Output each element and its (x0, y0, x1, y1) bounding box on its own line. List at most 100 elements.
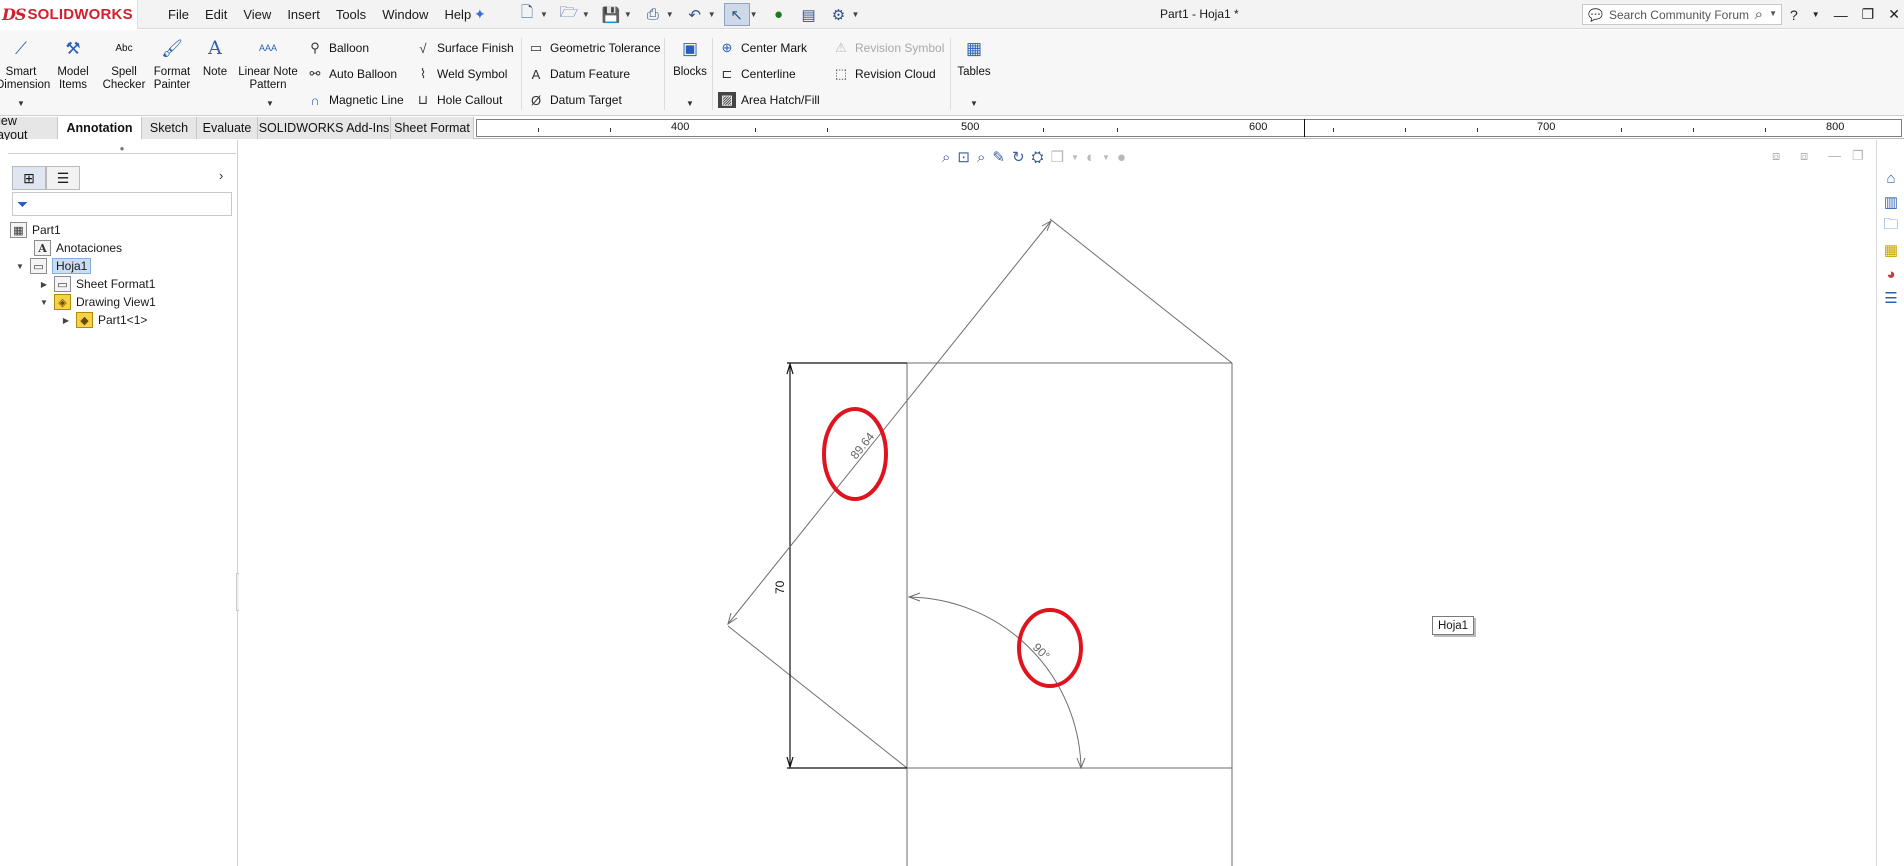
zoom-to-fit-icon[interactable]: ⌕ (942, 149, 950, 166)
rebuild-traffic-light-icon[interactable]: ● (766, 3, 792, 26)
panel-expand-arrow-icon[interactable]: › (219, 168, 223, 183)
print-dropdown-icon[interactable]: ▼ (666, 10, 674, 19)
pin-menu-icon[interactable]: ✦ (474, 6, 486, 23)
feature-manager-tab-icon[interactable]: ⊞ (12, 166, 46, 190)
tab-annotation[interactable]: Annotation (58, 117, 142, 139)
undo-dropdown-icon[interactable]: ▼ (708, 10, 716, 19)
custom-properties-icon[interactable]: ☰ (1881, 288, 1901, 308)
tab-evaluate[interactable]: Evaluate (197, 117, 258, 139)
revision-cloud-button[interactable]: ⬚ Revision Cloud (832, 64, 936, 84)
options-gear-icon[interactable]: ⚙ (826, 3, 852, 26)
linear-note-pattern-dropdown-icon[interactable]: ▼ (266, 99, 274, 108)
spell-checker-button[interactable]: Abc Spell Checker (102, 42, 146, 92)
design-library-icon[interactable]: ▥ (1881, 192, 1901, 212)
menu-file[interactable]: File (160, 7, 197, 22)
doc-restore-icon[interactable]: ❐ (1852, 148, 1864, 164)
note-button[interactable]: A Note (200, 39, 230, 79)
panel-splitter-handle[interactable]: ● (8, 144, 236, 154)
property-manager-tab-icon[interactable]: ☰ (46, 166, 80, 190)
new-document-icon[interactable]: 🗋 (514, 3, 540, 26)
search-icon[interactable]: ⌕ (1755, 6, 1763, 23)
select-pointer-icon[interactable]: ↖ (723, 3, 750, 26)
view-palette-icon[interactable]: ▦ (1881, 240, 1901, 260)
expand-arrow-icon[interactable]: ▶ (60, 316, 72, 325)
menu-edit[interactable]: Edit (197, 7, 235, 22)
tree-item-annotations[interactable]: A Anotaciones (18, 238, 122, 258)
sheet-name-tag[interactable]: Hoja1 (1432, 616, 1475, 635)
minimize-icon[interactable]: — (1834, 7, 1848, 23)
options-dropdown-icon[interactable]: ▼ (852, 10, 860, 19)
doc-minimize-icon[interactable]: — (1828, 148, 1841, 163)
tab-sheet-format[interactable]: Sheet Format (391, 117, 474, 139)
solidworks-resources-home-icon[interactable]: ⌂ (1881, 168, 1901, 188)
file-properties-icon[interactable]: ▤ (796, 3, 822, 26)
save-icon[interactable]: 💾 (598, 3, 624, 26)
expand-arrow-icon[interactable]: ▶ (38, 280, 50, 289)
smart-dimension-dropdown-icon[interactable]: ▼ (17, 99, 25, 108)
linear-note-pattern-button[interactable]: AAA Linear Note Pattern (236, 42, 300, 92)
open-folder-icon[interactable]: 🗁 (556, 3, 582, 26)
area-hatch-fill-button[interactable]: ▨ Area Hatch/Fill (718, 90, 820, 110)
restore-icon[interactable]: ❐ (1862, 6, 1875, 23)
view-selector-icon[interactable]: ⛭ (1032, 149, 1044, 166)
close-icon[interactable]: ✕ (1888, 6, 1900, 23)
tab-solidworks-add-ins[interactable]: SOLIDWORKS Add-Ins (258, 117, 391, 139)
surface-finish-button[interactable]: √ Surface Finish (414, 38, 513, 58)
solidworks-logo[interactable]: DS SOLIDWORKS (0, 0, 138, 29)
tile-right-icon[interactable]: ⧈ (1800, 148, 1808, 164)
magnetic-line-button[interactable]: ∩ Magnetic Line (306, 90, 403, 110)
hole-callout-button[interactable]: ⊔ Hole Callout (414, 90, 502, 110)
datum-target-button[interactable]: Ø Datum Target (527, 90, 622, 110)
blocks-dropdown-icon[interactable]: ▼ (686, 99, 694, 108)
print-icon[interactable]: ⎙ (640, 3, 666, 26)
tile-left-icon[interactable]: ⧈ (1772, 148, 1780, 164)
new-dropdown-icon[interactable]: ▼ (540, 10, 548, 19)
appearance-icon[interactable]: ● (1117, 149, 1126, 166)
help-dropdown-icon[interactable]: ▼ (1812, 10, 1820, 19)
collapse-arrow-icon[interactable]: ▼ (38, 298, 50, 307)
tab-sketch[interactable]: Sketch (142, 117, 197, 139)
tables-button[interactable]: ▦ Tables (954, 40, 994, 79)
community-search-field[interactable]: 💬 Search Community Forum ⌕ ▼ (1582, 4, 1782, 25)
centerline-button[interactable]: ⊏ Centerline (718, 64, 796, 84)
balloon-button[interactable]: ⚲ Balloon (306, 38, 369, 58)
tab-view-layout[interactable]: View Layout (0, 114, 58, 142)
rebuild-icon[interactable]: ↻ (1012, 148, 1025, 166)
smart-dimension-button[interactable]: ⟋ Smart Dimension (0, 40, 50, 92)
display-style-dropdown-icon[interactable]: ▼ (1071, 153, 1079, 162)
format-painter-button[interactable]: 🖌 Format Painter (150, 40, 194, 92)
menu-insert[interactable]: Insert (279, 7, 328, 22)
tree-item-part1[interactable]: ▦ Part1 (10, 220, 61, 240)
hide-show-items-icon[interactable]: ◐ (1086, 149, 1095, 166)
select-dropdown-icon[interactable]: ▼ (750, 10, 758, 19)
previous-view-icon[interactable]: ✎ (992, 148, 1005, 166)
undo-icon[interactable]: ↶ (682, 3, 708, 26)
blocks-button[interactable]: ▣ Blocks (670, 40, 710, 79)
save-dropdown-icon[interactable]: ▼ (624, 10, 632, 19)
tree-filter-field[interactable]: ⏷ (12, 192, 232, 216)
menu-window[interactable]: Window (374, 7, 436, 22)
open-dropdown-icon[interactable]: ▼ (582, 10, 590, 19)
tree-item-sheet-format[interactable]: ▶ ▭ Sheet Format1 (38, 274, 155, 294)
graphics-area[interactable] (239, 140, 1876, 866)
model-items-button[interactable]: ⚒ Model Items (52, 40, 94, 92)
revision-symbol-button[interactable]: ⚠ Revision Symbol (832, 38, 944, 58)
tables-dropdown-icon[interactable]: ▼ (970, 99, 978, 108)
zoom-to-area-icon[interactable]: ⊡ (957, 148, 970, 166)
geometric-tolerance-button[interactable]: ▭ Geometric Tolerance (527, 38, 661, 58)
appearances-scenes-icon[interactable]: ◕ (1881, 264, 1901, 284)
tree-item-sheet[interactable]: ▼ ▭ Hoja1 (14, 256, 92, 276)
display-style-icon[interactable]: ❒ (1051, 148, 1064, 166)
help-button[interactable]: ? (1790, 7, 1798, 23)
zoom-to-sheet-icon[interactable]: ⌕ (977, 149, 985, 166)
datum-feature-button[interactable]: A Datum Feature (527, 64, 630, 84)
tree-item-drawing-view[interactable]: ▼ ◈ Drawing View1 (38, 292, 156, 312)
file-explorer-folder-icon[interactable]: 🗀 (1881, 216, 1901, 236)
menu-help[interactable]: Help (436, 7, 479, 22)
menu-tools[interactable]: Tools (328, 7, 374, 22)
tree-item-part-instance[interactable]: ▶ ◆ Part1<1> (60, 310, 147, 330)
hide-show-dropdown-icon[interactable]: ▼ (1102, 153, 1110, 162)
auto-balloon-button[interactable]: ⚯ Auto Balloon (306, 64, 398, 84)
collapse-arrow-icon[interactable]: ▼ (14, 262, 26, 271)
weld-symbol-button[interactable]: ⌇ Weld Symbol (414, 64, 508, 84)
